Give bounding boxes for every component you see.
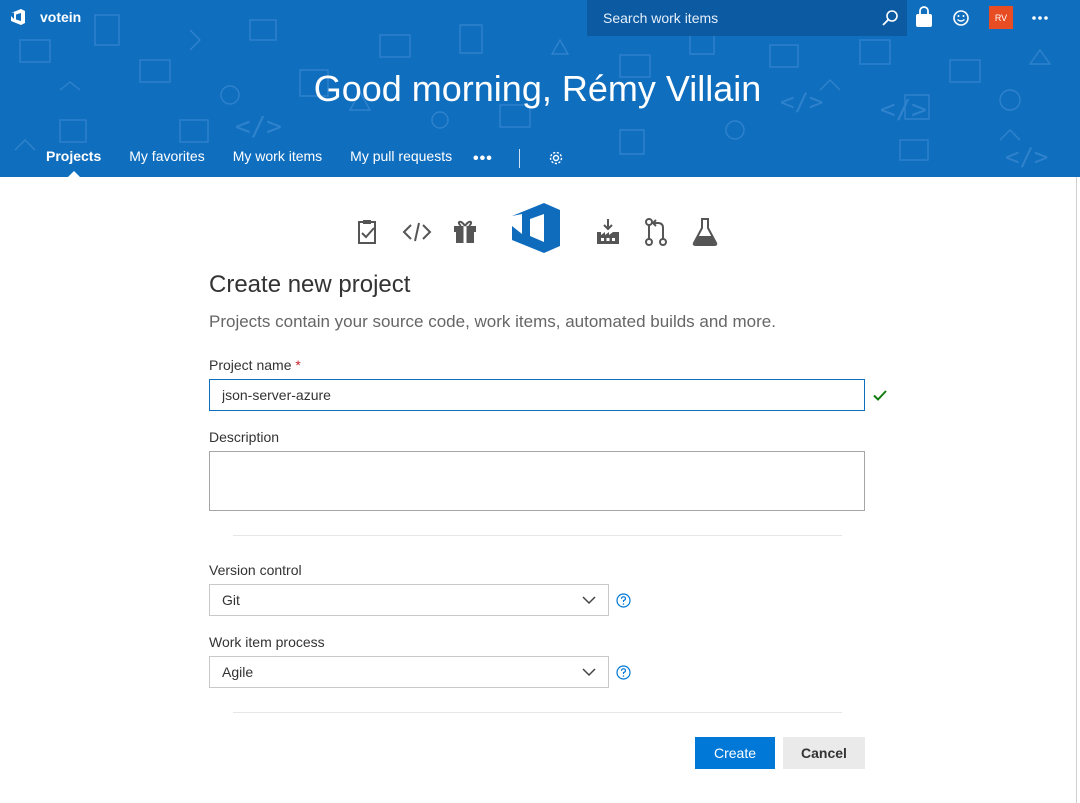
work-item-process-label: Work item process: [209, 634, 325, 650]
check-icon: [873, 390, 887, 401]
help-icon[interactable]: [616, 593, 631, 608]
work-item-process-select[interactable]: Agile: [209, 656, 609, 688]
project-name-label: Project name *: [209, 357, 301, 373]
chevron-down-icon: [582, 596, 596, 605]
window-edge: [1076, 177, 1077, 803]
gear-icon[interactable]: [548, 150, 564, 166]
greeting-title: Good morning, Rémy Villain: [313, 68, 762, 109]
required-marker: *: [295, 357, 301, 373]
tab-my-work-items[interactable]: My work items: [233, 148, 322, 170]
help-icon[interactable]: [616, 665, 631, 680]
boards-clipboard-icon: [358, 220, 376, 244]
nav-separator: [519, 149, 520, 168]
hub-navigation: Projects My favorites My work items My p…: [46, 148, 480, 177]
description-textarea[interactable]: [209, 451, 865, 511]
search-input[interactable]: [603, 10, 881, 26]
version-control-select[interactable]: Git: [209, 584, 609, 616]
build-factory-icon: [597, 219, 619, 244]
avatar[interactable]: RV: [989, 6, 1013, 29]
tab-projects[interactable]: Projects: [46, 148, 101, 177]
description-label: Description: [209, 429, 280, 445]
chevron-down-icon: [582, 668, 596, 677]
pull-request-icon: [645, 218, 667, 246]
version-control-label: Version control: [209, 562, 302, 578]
feature-icon-strip: [0, 196, 1080, 260]
project-name-input[interactable]: [209, 379, 865, 411]
vsts-logo-icon: [512, 203, 560, 253]
shopping-bag-icon[interactable]: [914, 6, 934, 30]
divider: [233, 712, 842, 713]
project-name-label-text: Project name: [209, 357, 292, 373]
form-subtitle: Projects contain your source code, work …: [209, 312, 776, 331]
nav-more-button[interactable]: •••: [473, 150, 493, 168]
version-control-value: Git: [222, 592, 240, 608]
create-button[interactable]: Create: [695, 737, 775, 769]
code-icon: [402, 222, 432, 242]
tab-my-favorites[interactable]: My favorites: [129, 148, 204, 170]
org-name: votein: [40, 9, 82, 25]
svg-text:</>: </>: [235, 112, 282, 142]
vsts-logo-icon: [11, 9, 25, 25]
search-box[interactable]: [587, 0, 907, 36]
tab-my-pull-requests[interactable]: My pull requests: [350, 148, 452, 170]
more-icon[interactable]: [1030, 6, 1050, 30]
divider: [233, 535, 842, 536]
org-brand[interactable]: votein: [8, 6, 81, 28]
flask-test-icon: [692, 218, 718, 246]
form-title: Create new project: [209, 271, 411, 298]
work-item-process-value: Agile: [222, 664, 254, 680]
hero-header: </> </> </> </> votein RV Good morning, …: [0, 0, 1080, 177]
cancel-button[interactable]: Cancel: [783, 737, 865, 769]
gift-icon: [454, 220, 476, 243]
search-icon[interactable]: [881, 9, 899, 27]
svg-text:</>: </>: [1005, 143, 1048, 171]
smiley-icon[interactable]: [951, 6, 971, 30]
